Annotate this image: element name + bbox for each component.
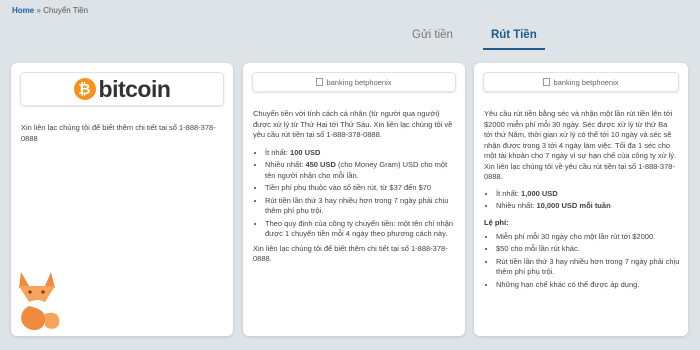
banking-card: banking betphoenix Chuyển tiền với tính … [243,63,465,336]
bitcoin-description: Xin liên lạc chúng tôi để biết thêm chi … [21,123,216,143]
bitcoin-logo-text: bitcoin [98,75,171,102]
fox-mascot-icon [19,272,60,331]
bitcoin-logo-icon: ₿ [73,78,96,100]
list-item: Ít nhất: 1,000 USD [496,189,680,200]
fee-list: Miễn phí mỗi 30 ngày cho một lần rút tới… [474,232,688,291]
list-item: Những hạn chế khác có thể được áp dụng. [496,280,680,291]
list-item: Tiền phí phụ thuộc vào số tiền rút, từ $… [265,183,457,194]
tab-deposit[interactable]: Gửi tiền [404,29,461,50]
banking-image-alt: banking betphoenix [326,77,392,87]
check-image-alt: banking betphoenix [553,77,619,87]
banking-footer: Xin liên lạc chúng tôi để biết thêm chi … [253,243,448,264]
check-image: banking betphoenix [483,72,679,92]
list-item: Nhiều nhất: 450 USD (cho Money Gram) USD… [265,160,457,181]
list-item: Rút tiền lần thứ 3 hay nhiều hơn trong 7… [265,196,457,217]
tab-bar: Gửi tiền Rút Tiền [404,29,545,50]
breadcrumb: Home » Chuyển Tiền [12,6,88,15]
list-item: Theo quy định của công ty chuyển tiền: m… [265,219,457,240]
breadcrumb-separator: » [34,6,44,15]
banking-intro: Chuyển tiền với tính cách cá nhân (từ ng… [253,109,453,139]
banking-image: banking betphoenix [252,72,456,92]
breadcrumb-home-link[interactable]: Home [12,6,34,15]
broken-image-icon [543,78,551,86]
check-limits-list: Ít nhất: 1,000 USD Nhiều nhất: 10,000 US… [474,189,688,212]
fee-title: Lệ phí: [484,217,509,227]
check-card: banking betphoenix Yêu cầu rút tiền bằng… [474,63,688,336]
broken-image-icon [316,78,324,86]
bitcoin-logo: ₿ bitcoin [20,72,224,106]
list-item: Miễn phí mỗi 30 ngày cho một lần rút tới… [496,232,680,243]
banking-list: Ít nhất: 100 USD Nhiều nhất: 450 USD (ch… [243,148,465,240]
tab-withdraw[interactable]: Rút Tiền [482,29,545,50]
list-item: Rút tiền lần thứ 3 hay nhiều hơn trong 7… [496,257,680,278]
check-intro: Yêu cầu rút tiền bằng séc và nhận một lầ… [484,109,677,181]
list-item: $50 cho mỗi lần rút khác. [496,244,680,255]
breadcrumb-current: Chuyển Tiền [43,6,89,15]
list-item: Nhiều nhất: 10,000 USD mỗi tuần [496,201,680,212]
list-item: Ít nhất: 100 USD [265,148,457,159]
